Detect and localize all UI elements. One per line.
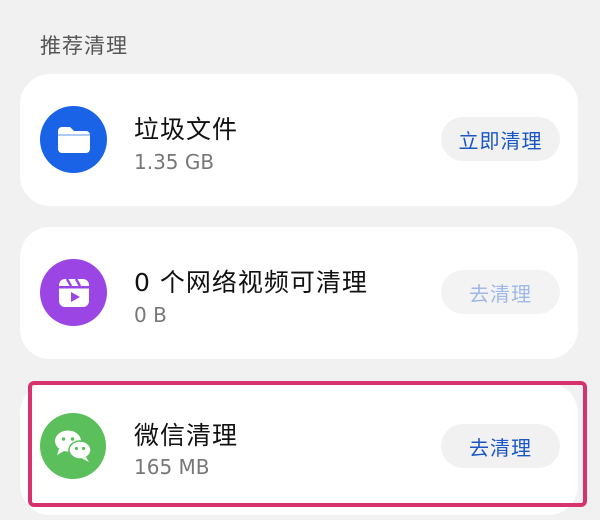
section-title: 推荐清理 <box>40 34 128 58</box>
junk-files-size: 1.35 GB <box>134 150 215 174</box>
network-videos-size: 0 B <box>134 303 167 327</box>
junk-files-title: 垃圾文件 <box>134 115 239 144</box>
clean-videos-button[interactable]: 去清理 <box>441 270 560 314</box>
folder-icon <box>40 106 107 173</box>
video-clapper-icon <box>40 259 107 326</box>
wechat-clean-title: 微信清理 <box>134 421 239 450</box>
wechat-icon <box>40 413 106 479</box>
wechat-clean-card[interactable]: 微信清理 165 MB 去清理 <box>20 383 578 515</box>
clean-wechat-button[interactable]: 去清理 <box>441 424 560 468</box>
wechat-clean-size: 165 MB <box>134 455 210 479</box>
clean-now-button[interactable]: 立即清理 <box>441 117 560 161</box>
network-videos-card[interactable]: 0 个网络视频可清理 0 B 去清理 <box>20 227 578 359</box>
network-videos-title: 0 个网络视频可清理 <box>134 268 368 297</box>
junk-files-card[interactable]: 垃圾文件 1.35 GB 立即清理 <box>20 74 578 206</box>
